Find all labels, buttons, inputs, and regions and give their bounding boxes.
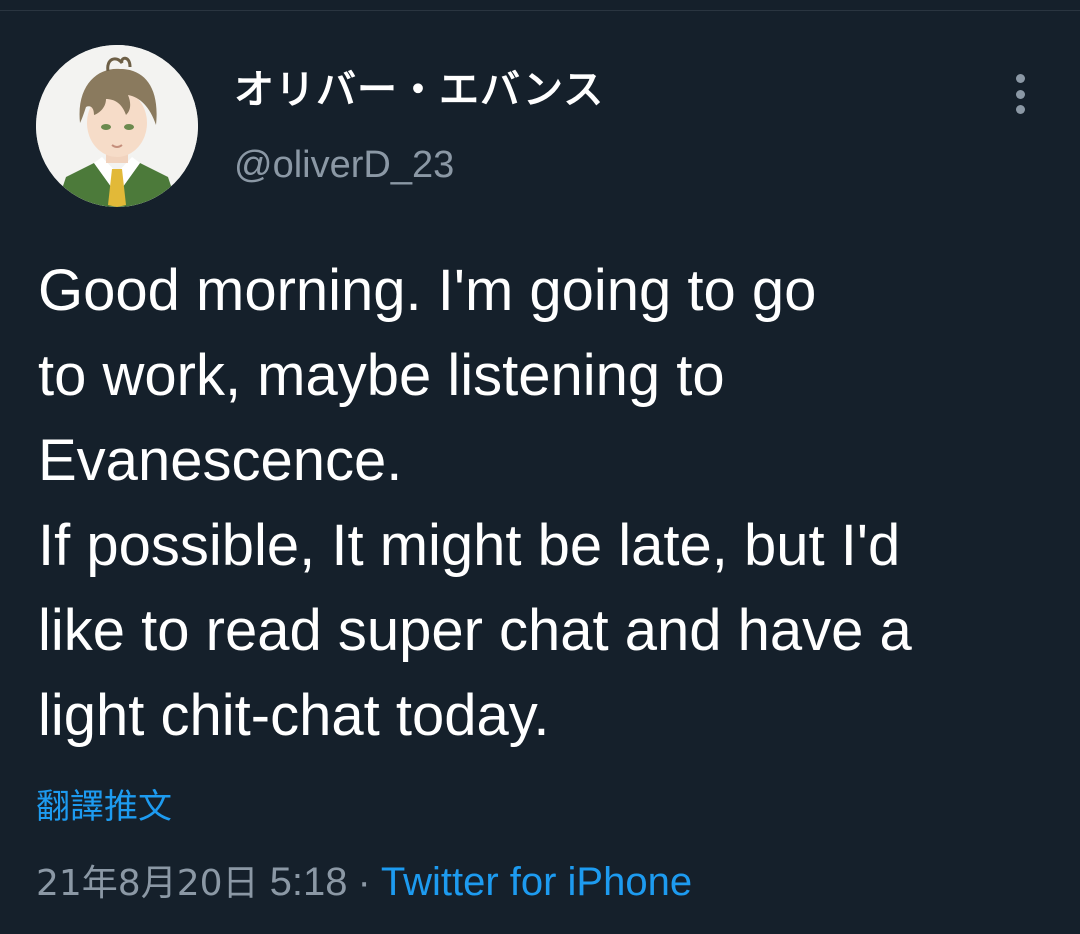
more-options-icon: [1015, 74, 1025, 83]
translate-tweet-link[interactable]: 翻譯推文: [36, 786, 172, 828]
tweet-text-line: If possible, It might be late, but I'd: [38, 513, 901, 578]
author-avatar[interactable]: [36, 45, 198, 207]
tweet-text-line: Good morning. I'm going to go: [38, 258, 817, 323]
top-divider: [0, 0, 1080, 11]
tweet-metadata: 21年8月20日 5:18 · Twitter for iPhone: [36, 858, 692, 908]
tweet-body: Good morning. I'm going to go to work, m…: [38, 248, 1058, 758]
more-options-icon: [1015, 105, 1025, 114]
avatar-illustration-icon: [36, 45, 198, 207]
tweet-date[interactable]: 21年8月20日: [36, 863, 259, 904]
more-options-button[interactable]: [1004, 70, 1036, 118]
author-display-name[interactable]: オリバー・エバンス: [234, 66, 604, 114]
author-handle[interactable]: @oliverD_23: [234, 142, 454, 188]
more-options-icon: [1015, 89, 1025, 99]
tweet-text-line: Evanescence.: [38, 428, 403, 493]
tweet-time[interactable]: 5:18: [270, 860, 348, 904]
tweet-text-line: like to read super chat and have a: [38, 598, 912, 663]
meta-separator: ·: [357, 860, 371, 904]
tweet-source-link[interactable]: Twitter for iPhone: [381, 860, 692, 904]
tweet-text-line: light chit-chat today.: [38, 683, 550, 748]
tweet-text-line: to work, maybe listening to: [38, 343, 725, 408]
